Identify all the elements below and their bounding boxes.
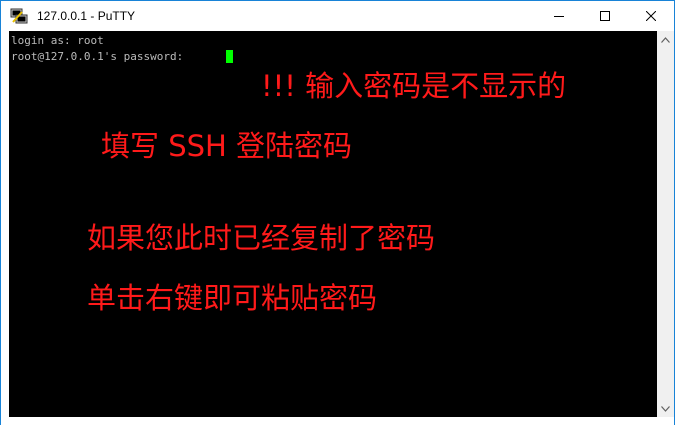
minimize-button[interactable] [536, 1, 582, 31]
putty-window: 127.0.0.1 - PuTTY login as: root root@12… [0, 0, 675, 425]
terminal-area[interactable]: login as: root root@127.0.0.1's password… [9, 31, 657, 417]
terminal-line-login: login as: root [11, 34, 104, 47]
annotation-if-copied: 如果您此时已经复制了密码 [87, 221, 436, 255]
scroll-up-button[interactable] [657, 31, 674, 48]
scroll-down-button[interactable] [657, 400, 674, 417]
close-button[interactable] [628, 1, 674, 31]
annotation-right-click-paste: 单击右键即可粘贴密码 [87, 281, 378, 315]
terminal-line-password-prompt: root@127.0.0.1's password: [11, 50, 190, 63]
maximize-icon [600, 11, 610, 21]
terminal-cursor [226, 50, 233, 63]
arrow-down-icon [661, 405, 670, 412]
putty-icon [10, 8, 28, 24]
arrow-up-icon [661, 36, 670, 43]
vertical-scrollbar[interactable] [657, 31, 674, 417]
maximize-button[interactable] [582, 1, 628, 31]
close-icon [646, 11, 656, 21]
minimize-icon [554, 16, 564, 17]
title-bar[interactable]: 127.0.0.1 - PuTTY [1, 1, 674, 31]
window-title: 127.0.0.1 - PuTTY [37, 9, 136, 23]
scrollbar-track[interactable] [657, 48, 674, 400]
annotation-password-hidden: !!! 输入密码是不显示的 [261, 69, 567, 103]
window-bottom-frame [1, 417, 674, 425]
annotation-enter-ssh-password: 填写 SSH 登陆密码 [101, 129, 353, 163]
